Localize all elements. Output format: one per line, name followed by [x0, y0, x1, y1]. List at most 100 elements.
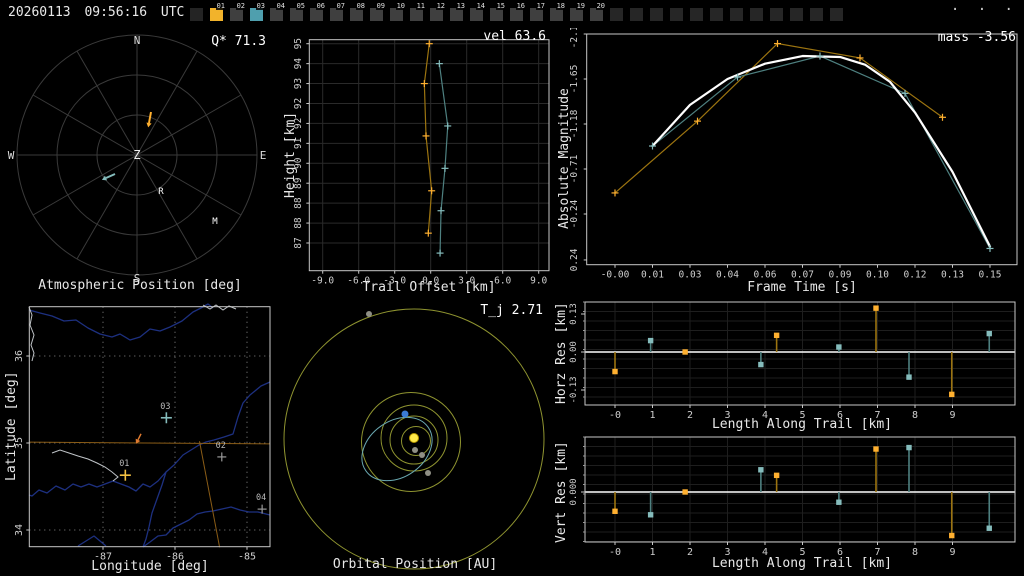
stems-camera-01	[612, 305, 955, 398]
longitude-caption: Longitude [deg]	[91, 559, 209, 574]
camera-tab-number: 05	[295, 2, 306, 10]
descent-track-line	[198, 441, 221, 548]
tab-slot-empty[interactable]	[690, 8, 703, 21]
overflow-menu[interactable]: · · ·	[951, 2, 1018, 18]
panel-trail-offset: vel 63.6 Height [km] -9.0 -6.0 -3.0 0.0 3.0 6…	[280, 28, 550, 295]
camera-tab-10[interactable]: 10	[390, 2, 406, 21]
camera-tab-12[interactable]: 12	[430, 2, 446, 21]
camera-tab-number: 15	[495, 2, 506, 10]
camera-tab-18[interactable]: 18	[550, 2, 566, 21]
orbital-position-chart	[283, 308, 545, 570]
tab-slot-empty[interactable]	[650, 8, 663, 21]
panel-horz-res: Horz Res [km] -0 1 2 3 4 5 6 7 8 9 0.13 0.00 -0.13 L…	[550, 295, 1024, 432]
orbital-caption: Orbital Position [AU]	[332, 557, 498, 572]
camera-tab-14[interactable]: 14	[470, 2, 486, 21]
panel-vert-res: Vert Res [km] -0 1 2 3 4 5 6 7 8 9 0.000 Length Al…	[550, 432, 1024, 576]
camera-tab-06[interactable]: 06	[310, 2, 326, 21]
svg-text:95: 95	[293, 38, 304, 49]
velocity-stat: vel 63.6	[483, 29, 546, 44]
panel-atmospheric-position: Q* 71.3 NESWZRM Atmospheric Position [de…	[0, 28, 280, 295]
camera-tab-20[interactable]: 20	[590, 2, 606, 21]
vert-res-chart: -0 1 2 3 4 5 6 7 8 90.000	[569, 436, 1016, 558]
camera-tab-number: 06	[315, 2, 326, 10]
camera-tab-08[interactable]: 08	[350, 2, 366, 21]
svg-text:01: 01	[119, 459, 129, 469]
camera-tab-number: 16	[515, 2, 526, 10]
svg-text:0.000: 0.000	[569, 478, 579, 505]
ground-track-line	[29, 441, 271, 445]
camera-tab-number: 20	[595, 2, 606, 10]
ground-track-map: -87 -86 -8536353401020304	[14, 303, 271, 563]
tab-slot-empty[interactable]	[610, 8, 623, 21]
camera-tab-16[interactable]: 16	[510, 2, 526, 21]
camera-tab-02[interactable]: 02	[230, 2, 246, 21]
camera-tab-number: 10	[395, 2, 406, 10]
camera-tab-number: 19	[575, 2, 586, 10]
camera-tab-number: 12	[435, 2, 446, 10]
camera-tab-05[interactable]: 05	[290, 2, 306, 21]
trail-ylabel: Height [km]	[283, 111, 298, 198]
camera-tab-number: 03	[255, 2, 266, 10]
markers-camera-03	[435, 60, 452, 257]
tab-slot-empty[interactable]	[710, 8, 723, 21]
tab-slot-empty[interactable]	[730, 8, 743, 21]
camera-tab-19[interactable]: 19	[570, 2, 586, 21]
tab-slot-empty[interactable]	[670, 8, 683, 21]
markers-camera-01	[611, 40, 946, 197]
svg-text:34: 34	[14, 524, 25, 536]
camera-tab-number: 18	[555, 2, 566, 10]
meteor-analysis-app: 20260113 09:56:16 UTC 01 02 03 04 05 06 07 08 09…	[0, 0, 1024, 576]
tab-slot-empty[interactable]	[770, 8, 783, 21]
svg-text:0.24: 0.24	[569, 248, 580, 271]
planet-dot	[419, 452, 425, 458]
camera-tab-07[interactable]: 07	[330, 2, 346, 21]
tab-slot-empty[interactable]	[750, 8, 763, 21]
camera-tab-number: 17	[535, 2, 546, 10]
vert-res-ylabel: Vert Res [km]	[554, 441, 569, 543]
camera-tab-number: 04	[275, 2, 286, 10]
svg-text:87: 87	[293, 237, 304, 248]
svg-text:88: 88	[293, 197, 304, 209]
panel-ground-track: Latitude [deg] -87 -86 -85 36 35 34 01 02 03 04 L…	[0, 295, 280, 576]
trail-caption: Trail Offset [km]	[362, 280, 496, 295]
svg-text:93: 93	[293, 78, 304, 89]
camera-tab-number: 07	[335, 2, 346, 10]
tisserand-stat: T_j 2.71	[480, 303, 543, 318]
camera-tab-number: 14	[475, 2, 486, 10]
planet-dot	[412, 447, 418, 453]
markers-camera-03	[649, 52, 994, 252]
camera-tab-15[interactable]: 15	[490, 2, 506, 21]
camera-tab-17[interactable]: 17	[530, 2, 546, 21]
svg-text:88: 88	[293, 217, 304, 229]
magnitude-ylabel: Absolute Magnitude	[557, 88, 572, 229]
tab-slot-empty[interactable]	[810, 8, 823, 21]
horz-res-ylabel: Horz Res [km]	[554, 302, 569, 404]
camera-tab-03[interactable]: 03	[250, 2, 266, 21]
tab-slot-empty[interactable]	[190, 8, 203, 21]
svg-text:04: 04	[256, 493, 266, 503]
svg-text:N: N	[134, 34, 141, 47]
camera-tab-04[interactable]: 04	[270, 2, 286, 21]
camera-tab-09[interactable]: 09	[370, 2, 386, 21]
qstar-stat: Q* 71.3	[211, 34, 266, 49]
camera-tab-01[interactable]: 01	[210, 2, 226, 21]
tab-slot-empty[interactable]	[630, 8, 643, 21]
svg-text:-0.13: -0.13	[569, 376, 579, 403]
map-rivers	[28, 303, 271, 548]
station-03: 03	[160, 402, 172, 424]
camera-tab-11[interactable]: 11	[410, 2, 426, 21]
series-camera-03	[438, 63, 449, 254]
tab-slot-empty[interactable]	[790, 8, 803, 21]
markers-camera-01	[420, 40, 436, 237]
stems-camera-03	[647, 444, 992, 531]
utc-clock: 20260113 09:56:16 UTC	[8, 5, 185, 20]
camera-tab-13[interactable]: 13	[450, 2, 466, 21]
latitude-ylabel: Latitude [deg]	[4, 371, 19, 481]
station-01: 01	[119, 459, 131, 481]
mass-stat: mass -3.56	[937, 30, 1016, 45]
stems-camera-03	[647, 330, 992, 380]
atmospheric-position-chart: NESW ZRM	[8, 34, 267, 285]
svg-text:02: 02	[216, 441, 226, 451]
tab-slot-empty[interactable]	[830, 8, 843, 21]
top-bar: 20260113 09:56:16 UTC 01 02 03 04 05 06 07 08 09…	[0, 0, 1024, 28]
